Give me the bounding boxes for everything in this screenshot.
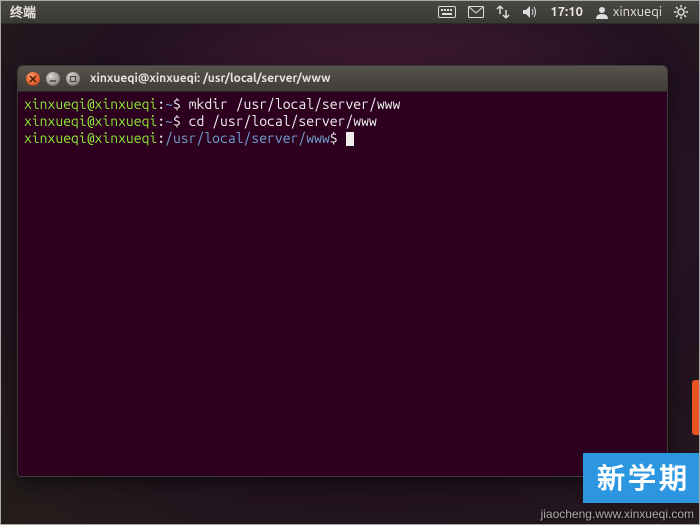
prompt-path: ~ bbox=[165, 113, 173, 129]
maximize-icon bbox=[69, 75, 77, 83]
mail-indicator-icon[interactable] bbox=[462, 0, 490, 24]
user-icon bbox=[595, 5, 609, 19]
active-app-label: 终端 bbox=[10, 2, 36, 21]
watermark-subtext: jiaocheng.www.xinxueqi.com bbox=[541, 507, 694, 521]
command-text: cd /usr/local/server/www bbox=[189, 113, 377, 129]
window-close-button[interactable] bbox=[26, 72, 40, 86]
command-text: mkdir /usr/local/server/www bbox=[189, 96, 401, 112]
top-panel: 终端 17:10 xinxueqi bbox=[0, 0, 700, 24]
clock[interactable]: 17:10 bbox=[544, 5, 589, 19]
prompt-user: xinxueqi@xinxueqi bbox=[24, 96, 157, 112]
window-minimize-button[interactable] bbox=[46, 72, 60, 86]
keyboard-indicator-icon[interactable] bbox=[432, 0, 462, 24]
user-menu[interactable]: xinxueqi bbox=[589, 5, 668, 19]
terminal-window: xinxueqi@xinxueqi: /usr/local/server/www… bbox=[17, 65, 668, 477]
session-gear-icon[interactable] bbox=[668, 0, 694, 24]
minimize-icon bbox=[49, 75, 57, 83]
window-title: xinxueqi@xinxueqi: /usr/local/server/www bbox=[90, 72, 330, 85]
prompt-path: ~ bbox=[165, 96, 173, 112]
terminal-body[interactable]: xinxueqi@xinxueqi:~$ mkdir /usr/local/se… bbox=[18, 92, 667, 476]
window-maximize-button[interactable] bbox=[66, 72, 80, 86]
user-menu-label: xinxueqi bbox=[613, 5, 662, 19]
network-indicator-icon[interactable] bbox=[490, 0, 516, 24]
launcher-edge-hint[interactable] bbox=[692, 380, 700, 435]
sound-indicator-icon[interactable] bbox=[516, 0, 544, 24]
cursor bbox=[346, 132, 354, 146]
close-icon bbox=[29, 75, 37, 83]
prompt-path: /usr/local/server/www bbox=[165, 130, 330, 146]
terminal-line: xinxueqi@xinxueqi:~$ cd /usr/local/serve… bbox=[24, 113, 661, 130]
watermark-banner: 新学期 bbox=[583, 453, 700, 503]
prompt-user: xinxueqi@xinxueqi bbox=[24, 130, 157, 146]
window-buttons bbox=[26, 72, 80, 86]
prompt-user: xinxueqi@xinxueqi bbox=[24, 113, 157, 129]
terminal-line: xinxueqi@xinxueqi:~$ mkdir /usr/local/se… bbox=[24, 96, 661, 113]
terminal-line: xinxueqi@xinxueqi:/usr/local/server/www$ bbox=[24, 130, 661, 147]
window-titlebar[interactable]: xinxueqi@xinxueqi: /usr/local/server/www bbox=[18, 66, 667, 92]
